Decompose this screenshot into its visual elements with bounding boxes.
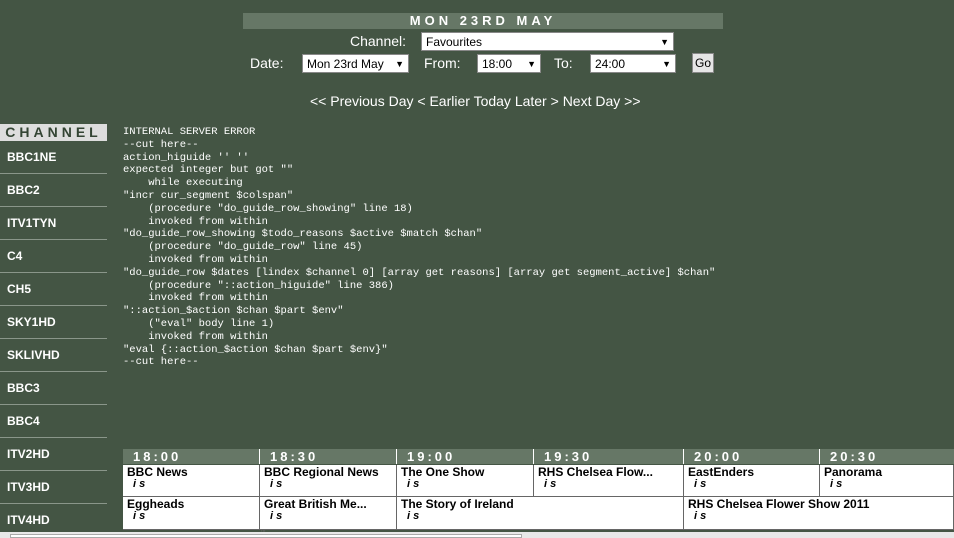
date-label: Date: xyxy=(250,55,284,71)
later-link[interactable]: Later > xyxy=(515,93,559,109)
channel-column-header: CHANNEL xyxy=(0,124,107,141)
time-slot-header: 19:30 xyxy=(534,449,684,464)
programme-title: RHS Chelsea Flower Show 2011 xyxy=(688,497,870,511)
channel-label: Channel: xyxy=(350,33,407,49)
programme-cell[interactable]: EastEnders i s xyxy=(684,465,820,497)
to-select[interactable]: 24:00 ▼ xyxy=(590,54,676,73)
programme-cell[interactable]: Panorama i s xyxy=(820,465,954,497)
channel-item[interactable]: SKY1HD xyxy=(0,306,107,339)
page-title: MON 23RD MAY xyxy=(243,13,723,29)
programme-cell[interactable]: Eggheads i s xyxy=(123,497,260,530)
programme-title: RHS Chelsea Flow... xyxy=(538,465,653,479)
chevron-down-icon: ▼ xyxy=(660,37,669,47)
programme-cell[interactable]: BBC News i s xyxy=(123,465,260,497)
channel-item[interactable]: ITV1TYN xyxy=(0,207,107,240)
date-select-value: Mon 23rd May xyxy=(307,57,384,71)
channel-item[interactable]: BBC3 xyxy=(0,372,107,405)
next-day-link[interactable]: Next Day >> xyxy=(563,93,641,109)
channel-item[interactable]: ITV2HD xyxy=(0,438,107,471)
programme-cell[interactable]: The One Show i s xyxy=(397,465,534,497)
channel-select-value: Favourites xyxy=(426,35,483,49)
day-navigation: << Previous Day < Earlier Today Later > … xyxy=(310,93,641,109)
programme-title: The One Show xyxy=(401,465,485,479)
programme-flags: i s xyxy=(694,478,707,490)
channel-item[interactable]: BBC2 xyxy=(0,174,107,207)
from-label: From: xyxy=(424,55,461,71)
programme-title: Eggheads xyxy=(127,497,185,511)
to-label: To: xyxy=(554,55,573,71)
previous-day-link[interactable]: << Previous Day xyxy=(310,93,414,109)
programme-cell[interactable]: BBC Regional News i s xyxy=(260,465,397,497)
channel-select[interactable]: Favourites ▼ xyxy=(421,32,674,51)
programme-cell[interactable]: The Story of Ireland i s xyxy=(397,497,684,530)
programme-title: The Story of Ireland xyxy=(401,497,514,511)
from-select[interactable]: 18:00 ▼ xyxy=(477,54,541,73)
date-select[interactable]: Mon 23rd May ▼ xyxy=(302,54,409,73)
channel-item[interactable]: CH5 xyxy=(0,273,107,306)
programme-cell[interactable]: RHS Chelsea Flower Show 2011 i s xyxy=(684,497,954,530)
programme-title: BBC News xyxy=(127,465,188,479)
scrollbar-grip: ''' xyxy=(261,529,266,538)
programme-flags: i s xyxy=(407,510,420,522)
go-button[interactable]: Go xyxy=(692,53,714,73)
channel-item[interactable]: C4 xyxy=(0,240,107,273)
programme-title: Great British Me... xyxy=(264,497,367,511)
time-slot-header: 20:30 xyxy=(820,449,954,464)
from-select-value: 18:00 xyxy=(482,57,513,71)
programme-flags: i s xyxy=(694,510,707,522)
scrollbar-thumb[interactable]: ''' xyxy=(10,529,522,538)
programme-flags: i s xyxy=(830,478,843,490)
programme-flags: i s xyxy=(270,478,283,490)
programme-title: Panorama xyxy=(824,465,883,479)
time-slot-header: 18:00 xyxy=(123,449,260,464)
server-error-text: INTERNAL SERVER ERROR --cut here-- actio… xyxy=(123,126,716,369)
channel-item[interactable]: BBC1NE xyxy=(0,141,107,174)
chevron-down-icon: ▼ xyxy=(662,59,671,69)
programme-cell[interactable]: Great British Me... i s xyxy=(260,497,397,530)
time-slot-header: 18:30 xyxy=(260,449,397,464)
channel-item[interactable]: SKLIVHD xyxy=(0,339,107,372)
programme-flags: i s xyxy=(133,478,146,490)
programme-cell[interactable]: RHS Chelsea Flow... i s xyxy=(534,465,684,497)
chevron-down-icon: ▼ xyxy=(527,59,536,69)
guide-header: MON 23RD MAY xyxy=(243,13,723,29)
programme-title: BBC Regional News xyxy=(264,465,379,479)
programme-flags: i s xyxy=(133,510,146,522)
earlier-link[interactable]: < Earlier xyxy=(417,93,470,109)
time-slot-header: 20:00 xyxy=(684,449,820,464)
programme-title: EastEnders xyxy=(688,465,755,479)
today-link[interactable]: Today xyxy=(474,93,511,109)
programme-flags: i s xyxy=(407,478,420,490)
programme-flags: i s xyxy=(544,478,557,490)
to-select-value: 24:00 xyxy=(595,57,626,71)
channel-item[interactable]: ITV3HD xyxy=(0,471,107,504)
programme-flags: i s xyxy=(270,510,283,522)
time-slot-header: 19:00 xyxy=(397,449,534,464)
chevron-down-icon: ▼ xyxy=(395,59,404,69)
channel-item[interactable]: BBC4 xyxy=(0,405,107,438)
